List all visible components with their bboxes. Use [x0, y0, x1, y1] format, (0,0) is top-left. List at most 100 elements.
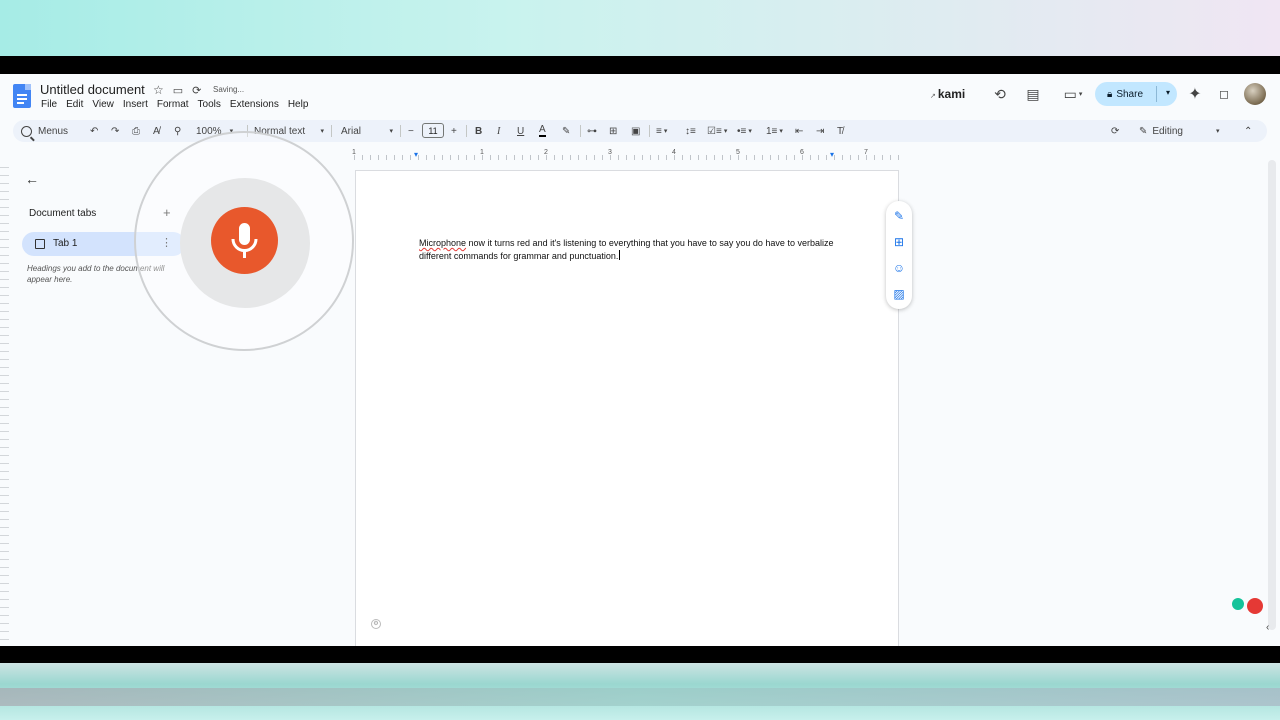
- ruler-number: 1: [352, 149, 356, 156]
- share-button[interactable]: 🔒︎ Share ▾: [1095, 82, 1177, 106]
- side-panel-icon[interactable]: ◻: [1214, 84, 1234, 104]
- page-footer-icon[interactable]: ⚙: [371, 619, 381, 629]
- gemini-sparkle-icon[interactable]: ✦: [1185, 84, 1205, 104]
- insert-link-icon[interactable]: ⊶: [587, 123, 597, 139]
- font-size-input[interactable]: 11: [422, 123, 444, 138]
- underline-icon[interactable]: U: [517, 123, 524, 139]
- floating-action-bar: ✎ ⊞ ☺ ▨: [886, 201, 912, 309]
- version-history-icon[interactable]: ⟲: [990, 84, 1010, 104]
- body-text-rest: now it turns red and it's listening to e…: [419, 238, 834, 261]
- redo-icon[interactable]: ↷: [111, 123, 119, 139]
- voice-typing-button[interactable]: [211, 207, 278, 274]
- text-cursor: [619, 249, 621, 260]
- indent-marker-icon[interactable]: ▾: [414, 150, 418, 159]
- chevron-left-icon[interactable]: ‹: [1266, 622, 1269, 633]
- header-actions: ↗ kami ⟲ ▤ ▭ ▾ 🔒︎ Share ▾ ✦ ◻: [920, 82, 1280, 108]
- decrease-font-size-icon[interactable]: −: [408, 123, 414, 139]
- misspelled-word[interactable]: Microphone: [419, 238, 466, 248]
- lock-icon: 🔒︎: [1107, 88, 1113, 100]
- ruler-number: 1: [480, 149, 484, 156]
- microphone-icon: [231, 223, 258, 258]
- search-menus-label: Menus: [38, 125, 69, 137]
- bold-icon[interactable]: B: [475, 123, 482, 139]
- kami-button[interactable]: ↗ kami: [930, 87, 965, 101]
- paint-format-icon[interactable]: ⚲: [174, 123, 181, 139]
- insert-comment-icon[interactable]: ⊞: [609, 123, 617, 139]
- back-arrow-icon[interactable]: ←: [25, 171, 39, 187]
- bulleted-list-icon[interactable]: •≡ ▾: [737, 123, 752, 139]
- document-title[interactable]: Untitled document: [40, 82, 145, 97]
- right-margin-marker-icon[interactable]: ▾: [830, 150, 834, 159]
- clear-formatting-icon[interactable]: T̸: [837, 123, 843, 139]
- background-bottom: [0, 660, 1280, 720]
- ruler-number: 6: [800, 149, 804, 156]
- search-menus-button[interactable]: Menus: [21, 123, 68, 139]
- meet-video-icon[interactable]: ▭ ▾: [1058, 84, 1088, 104]
- menu-insert[interactable]: Insert: [123, 99, 148, 110]
- menu-bar: File Edit View Insert Format Tools Exten…: [41, 99, 308, 110]
- ruler-number: 7: [864, 149, 868, 156]
- image-suggest-icon[interactable]: ▨: [892, 287, 906, 301]
- decrease-indent-icon[interactable]: ⇤: [795, 123, 803, 139]
- numbered-list-icon[interactable]: 1≡ ▾: [766, 123, 783, 139]
- grammarly-icon[interactable]: [1232, 598, 1244, 610]
- checklist-icon[interactable]: ☑≡ ▾: [707, 123, 727, 139]
- increase-indent-icon[interactable]: ⇥: [816, 123, 824, 139]
- undo-icon[interactable]: ↶: [90, 123, 98, 139]
- highlight-color-icon[interactable]: ✎: [562, 123, 570, 139]
- line-spacing-icon[interactable]: ↕≡: [685, 123, 696, 139]
- saving-sync-icon: ⟳: [192, 84, 202, 97]
- emoji-reaction-icon[interactable]: ☺: [892, 261, 906, 275]
- add-comment-icon[interactable]: ⊞: [892, 235, 906, 249]
- move-folder-icon[interactable]: ▭: [173, 84, 183, 97]
- font-select[interactable]: Arial ▾: [341, 123, 393, 139]
- document-body-text[interactable]: Microphone now it turns red and it's lis…: [419, 237, 839, 262]
- share-dropdown-icon[interactable]: ▾: [1166, 88, 1170, 97]
- insert-image-icon[interactable]: ▣: [631, 123, 640, 139]
- scrollbar[interactable]: [1268, 160, 1276, 630]
- font-value: Arial: [341, 125, 362, 137]
- avatar[interactable]: [1244, 83, 1266, 105]
- increase-font-size-icon[interactable]: +: [451, 123, 457, 139]
- align-icon[interactable]: ≡ ▾: [656, 123, 667, 139]
- document-page[interactable]: Microphone now it turns red and it's lis…: [355, 170, 899, 646]
- save-status: Saving...: [213, 85, 245, 94]
- spellcheck-icon[interactable]: A̸: [153, 123, 160, 139]
- share-label: Share: [1116, 88, 1144, 100]
- chevron-down-icon: ▾: [1215, 128, 1220, 135]
- kami-link-icon: ↗: [930, 93, 936, 100]
- print-icon[interactable]: ⎙: [132, 123, 140, 139]
- menu-edit[interactable]: Edit: [66, 99, 83, 110]
- title-icons: ☆ ▭ ⟳: [153, 83, 201, 97]
- chevron-down-icon: ▾: [389, 128, 393, 135]
- document-tabs-title: Document tabs: [29, 208, 97, 219]
- docs-logo-icon[interactable]: [13, 84, 31, 108]
- horizontal-ruler: 1 ▾ 1 2 3 4 5 6 ▾ 7: [352, 149, 899, 162]
- hide-menus-chevron-up-icon[interactable]: ⌃: [1244, 123, 1252, 139]
- ruler-number: 3: [608, 149, 612, 156]
- tab-doc-icon: [35, 239, 45, 249]
- pencil-icon: ✎: [1139, 125, 1148, 137]
- ruler-number: 4: [672, 149, 676, 156]
- menu-tools[interactable]: Tools: [198, 99, 221, 110]
- menu-help[interactable]: Help: [288, 99, 309, 110]
- italic-icon[interactable]: I: [497, 123, 500, 139]
- extension-badge-icon[interactable]: [1247, 598, 1263, 614]
- star-icon[interactable]: ☆: [153, 83, 164, 97]
- editing-mode-value: Editing: [1152, 125, 1183, 137]
- menu-format[interactable]: Format: [157, 99, 189, 110]
- tab-label: Tab 1: [53, 238, 78, 249]
- menu-view[interactable]: View: [92, 99, 114, 110]
- edit-suggest-icon[interactable]: ✎: [892, 209, 906, 223]
- ruler-number: 5: [736, 149, 740, 156]
- search-icon: [21, 125, 32, 137]
- ai-refresh-icon[interactable]: ⟳: [1111, 123, 1119, 139]
- text-color-icon[interactable]: A: [539, 123, 546, 137]
- comments-icon[interactable]: ▤: [1023, 84, 1043, 104]
- editing-mode-select[interactable]: ✎ Editing ▾: [1139, 123, 1219, 139]
- chevron-down-icon: ▾: [320, 128, 324, 135]
- menu-file[interactable]: File: [41, 99, 57, 110]
- menu-extensions[interactable]: Extensions: [230, 99, 279, 110]
- vertical-ruler: [0, 160, 9, 646]
- kami-label: kami: [937, 87, 966, 101]
